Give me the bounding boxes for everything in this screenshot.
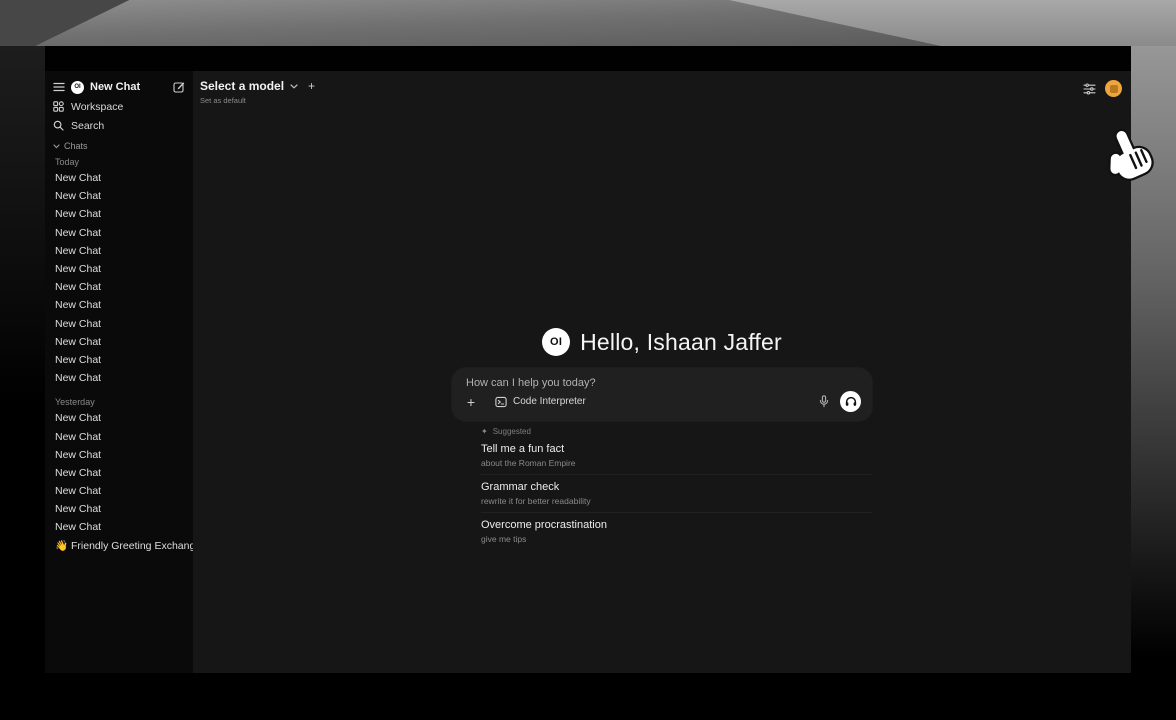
chat-list-item[interactable]: New Chat <box>45 315 193 333</box>
chat-list-item[interactable]: New Chat <box>45 446 193 464</box>
app-logo-icon: OI <box>542 328 570 356</box>
chat-list-item[interactable]: New Chat <box>45 260 193 278</box>
search-icon <box>53 120 64 131</box>
code-interpreter-toggle[interactable]: Code Interpreter <box>495 396 586 408</box>
suggestion-item[interactable]: Overcome procrastination give me tips <box>481 512 872 550</box>
suggested-header: ✦ Suggested <box>481 425 872 437</box>
suggestion-subtitle: rewrite it for better readability <box>481 496 872 506</box>
sparkle-icon: ✦ <box>481 427 488 436</box>
avatar-glyph <box>1110 85 1118 93</box>
chat-list-item[interactable]: New Chat <box>45 500 193 518</box>
window-topbar <box>45 46 1131 71</box>
chat-list-item[interactable]: New Chat <box>45 224 193 242</box>
chat-list-item[interactable]: 👋 Friendly Greeting Exchange <box>45 537 193 555</box>
chat-list-item[interactable]: New Chat <box>45 351 193 369</box>
chat-list-item[interactable]: New Chat <box>45 187 193 205</box>
greeting-row: OI Hello, Ishaan Jaffer <box>452 328 872 356</box>
sidebar-title: New Chat <box>90 81 140 93</box>
chat-input-placeholder[interactable]: How can I help you today? <box>452 368 872 389</box>
model-selector[interactable]: Select a model + <box>200 79 315 93</box>
greeting-text: Hello, Ishaan Jaffer <box>580 329 782 356</box>
chat-list-item[interactable]: New Chat <box>45 333 193 351</box>
chats-section-label: Chats <box>64 141 88 151</box>
suggestion-title: Grammar check <box>481 481 872 493</box>
chat-list-item[interactable]: New Chat <box>45 464 193 482</box>
chat-list-item[interactable]: New Chat <box>45 205 193 223</box>
chat-list-item[interactable]: New Chat <box>45 296 193 314</box>
main-panel: Select a model + Set as default <box>193 71 1131 673</box>
voice-call-button[interactable] <box>840 391 861 412</box>
attach-button[interactable]: + <box>464 395 478 409</box>
microphone-icon[interactable] <box>819 395 829 408</box>
chat-list-item[interactable]: New Chat <box>45 242 193 260</box>
model-selector-label: Select a model <box>200 79 284 93</box>
code-interpreter-label: Code Interpreter <box>513 396 586 407</box>
chats-section-header[interactable]: Chats <box>45 139 193 153</box>
chevron-down-icon <box>53 144 60 149</box>
suggestion-title: Overcome procrastination <box>481 519 872 531</box>
suggestion-subtitle: give me tips <box>481 534 872 544</box>
chat-list-item[interactable]: New Chat <box>45 169 193 187</box>
chat-section-label: Today <box>45 155 193 169</box>
sidebar-item-workspace[interactable]: Workspace <box>45 97 193 116</box>
suggested-label: Suggested <box>493 427 531 436</box>
sidebar-item-label: Search <box>71 120 104 132</box>
sidebar: OI New Chat Workspace <box>45 71 193 673</box>
sidebar-item-search[interactable]: Search <box>45 116 193 135</box>
suggested-section: ✦ Suggested Tell me a fun fact about the … <box>452 425 872 550</box>
chevron-down-icon <box>290 84 298 89</box>
new-chat-icon[interactable] <box>173 81 185 93</box>
code-interpreter-icon <box>495 396 507 408</box>
workspace-icon <box>53 101 64 112</box>
chat-sections: TodayNew ChatNew ChatNew ChatNew ChatNew… <box>45 155 193 555</box>
suggestion-item[interactable]: Tell me a fun fact about the Roman Empire <box>481 437 872 474</box>
app-logo-icon: OI <box>71 81 84 94</box>
chat-list-item[interactable]: New Chat <box>45 482 193 500</box>
app-window: OI New Chat Workspace <box>45 46 1131 673</box>
chat-list-item[interactable]: New Chat <box>45 518 193 536</box>
chat-list-item[interactable]: New Chat <box>45 278 193 296</box>
suggestion-list: Tell me a fun fact about the Roman Empire… <box>481 437 872 550</box>
desktop-wallpaper-left <box>0 46 45 406</box>
desktop-wallpaper-right <box>1131 46 1176 658</box>
set-as-default-button[interactable]: Set as default <box>200 96 315 105</box>
sidebar-toggle-icon[interactable] <box>53 82 65 92</box>
chat-input-box[interactable]: How can I help you today? + Code Interpr… <box>452 368 872 421</box>
chat-section-label: Yesterday <box>45 395 193 409</box>
headphones-icon <box>845 396 857 407</box>
add-model-button[interactable]: + <box>308 79 315 93</box>
suggestion-item[interactable]: Grammar check rewrite it for better reada… <box>481 474 872 512</box>
chat-list-item[interactable]: New Chat <box>45 427 193 445</box>
controls-icon[interactable] <box>1083 83 1096 95</box>
suggestion-subtitle: about the Roman Empire <box>481 458 872 468</box>
chat-list-item[interactable]: New Chat <box>45 369 193 387</box>
user-avatar[interactable] <box>1105 80 1122 97</box>
chat-list-item[interactable]: New Chat <box>45 409 193 427</box>
suggestion-title: Tell me a fun fact <box>481 443 872 455</box>
sidebar-item-label: Workspace <box>71 101 123 113</box>
sidebar-header: OI New Chat <box>45 77 193 97</box>
